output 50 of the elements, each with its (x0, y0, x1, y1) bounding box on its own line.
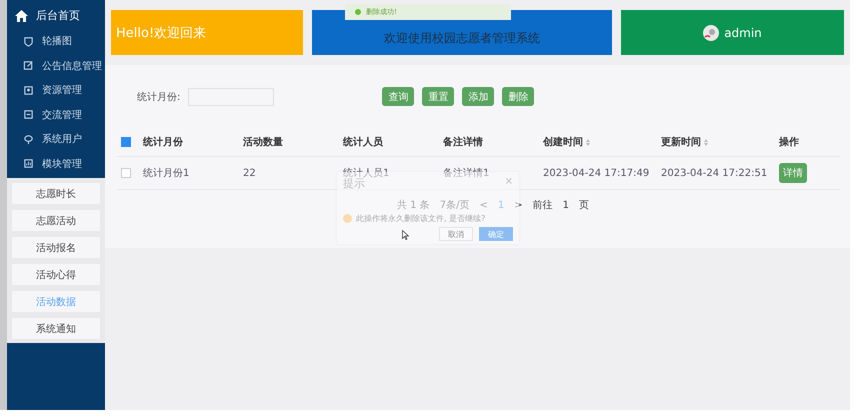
card-text: Hello!欢迎回来 (116, 24, 206, 42)
menu-icon (23, 109, 34, 120)
sort-icon[interactable] (704, 138, 708, 146)
sidebar-item[interactable]: 系统用户 (42, 132, 82, 146)
home-icon (15, 10, 28, 22)
cursor-icon (402, 230, 409, 240)
select-all-checkbox[interactable] (121, 137, 131, 147)
table-cell: 备注详情1 (443, 168, 490, 179)
sidebar-title[interactable]: 后台首页 (36, 8, 80, 23)
page-suffix: 页 (579, 199, 589, 212)
row-checkbox[interactable] (121, 168, 131, 178)
goto-label: 前往 (532, 198, 553, 212)
sidebar-item[interactable]: 模块管理 (42, 156, 82, 171)
table-cell: 22 (243, 168, 256, 178)
menu-icon (23, 158, 34, 170)
table-cell: 2023-04-24 17:17:49 (543, 168, 650, 178)
menu-icon (23, 134, 34, 145)
column-header: 操作 (779, 136, 799, 149)
goto-field[interactable]: 1 (562, 200, 569, 210)
sort-icon[interactable] (586, 138, 590, 146)
table-cell: 统计人员1 (343, 168, 390, 179)
sidebar-item[interactable]: 公告信息管理 (42, 58, 102, 73)
table-cell: 统计月份1 (143, 168, 190, 179)
column-header: 统计人员 (343, 136, 383, 149)
submenu-item[interactable]: 活动心得 (12, 264, 100, 285)
menu-icon (23, 60, 34, 72)
menu-icon (23, 36, 34, 47)
success-icon (355, 9, 361, 15)
column-header: 活动数量 (243, 136, 283, 149)
sidebar-item[interactable]: 交流管理 (42, 108, 82, 122)
submenu-item[interactable]: 志愿时长 (12, 183, 100, 204)
dialog-message: 此操作将永久删除该文件, 是否继续? (356, 213, 486, 224)
submenu-item[interactable]: 志愿活动 (12, 210, 100, 231)
total-count: 共 1 条 (397, 198, 430, 212)
sidebar-item[interactable]: 轮播图 (42, 34, 72, 48)
card-text: admin (724, 26, 762, 40)
table-cell: 2023-04-24 17:22:51 (661, 168, 768, 178)
sidebar-item[interactable]: 资源管理 (42, 83, 82, 98)
dialog-title: 提示 (343, 177, 365, 191)
dialog-button[interactable]: 取消 (439, 227, 473, 241)
menu-icon (23, 84, 34, 96)
avatar-icon (703, 24, 720, 40)
search-label: 统计月份: (137, 90, 180, 104)
column-header: 创建时间 (543, 136, 583, 149)
submenu-item[interactable]: 系统通知 (12, 318, 100, 339)
submenu-item[interactable]: 活动报名 (12, 237, 100, 258)
column-header: 备注详情 (443, 135, 483, 149)
card-text: 欢迎使用校园志愿者管理系统 (384, 30, 540, 47)
column-header: 更新时间 (661, 135, 701, 149)
column-header: 统计月份 (143, 136, 183, 149)
